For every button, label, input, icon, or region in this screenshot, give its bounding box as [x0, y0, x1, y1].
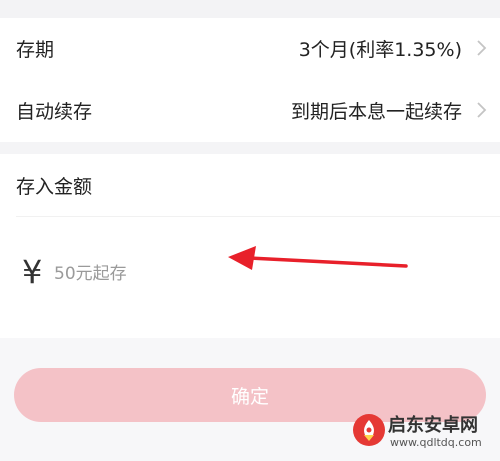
amount-title: 存入金额	[16, 176, 93, 198]
term-value: 3个月(利率1.35%)	[298, 38, 462, 61]
watermark: 启东安卓网 www.qdltdq.com	[352, 409, 492, 457]
watermark-title: 启东安卓网	[388, 415, 478, 436]
divider	[16, 216, 500, 217]
settings-card: 存期 3个月(利率1.35%) 自动续存 到期后本息一起续存	[0, 18, 500, 142]
watermark-url: www.qdltdq.com	[390, 436, 482, 449]
renewal-row[interactable]: 自动续存 到期后本息一起续存	[0, 80, 500, 140]
section-gap	[0, 142, 500, 154]
yen-icon: ¥	[22, 253, 43, 291]
top-strip	[0, 0, 500, 18]
chevron-right-icon	[477, 40, 487, 56]
watermark-logo-icon	[353, 414, 385, 446]
term-row[interactable]: 存期 3个月(利率1.35%)	[0, 18, 500, 78]
red-arrow-annotation	[228, 246, 408, 270]
renewal-label: 自动续存	[16, 100, 93, 123]
chevron-right-icon	[477, 102, 487, 118]
deposit-screen: 存期 3个月(利率1.35%) 自动续存 到期后本息一起续存 存入金额 ¥ 确定	[0, 0, 500, 461]
renewal-value: 到期后本息一起续存	[290, 100, 462, 123]
term-label: 存期	[16, 38, 55, 61]
